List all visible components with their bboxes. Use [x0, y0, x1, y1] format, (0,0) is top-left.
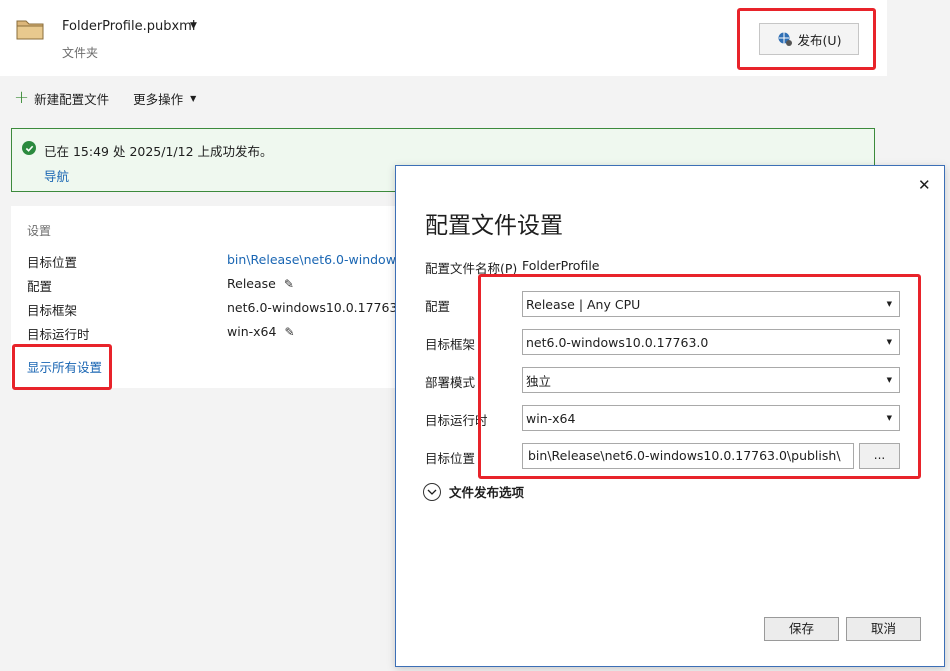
toolbar: + 新建配置文件 更多操作 ▼ [14, 88, 196, 108]
close-icon[interactable]: ✕ [918, 176, 931, 194]
settings-key: 目标框架 [27, 303, 78, 318]
highlight-dialog-fields [478, 274, 921, 479]
save-button[interactable]: 保存 [764, 617, 839, 641]
settings-value: Release ✎ [227, 276, 294, 291]
pencil-icon[interactable]: ✎ [284, 277, 294, 291]
dialog-title: 配置文件设置 [425, 213, 563, 239]
highlight-show-all [12, 344, 112, 390]
navigate-link[interactable]: 导航 [44, 166, 69, 185]
settings-title: 设置 [27, 224, 52, 238]
more-actions-button[interactable]: 更多操作 ▼ [133, 89, 196, 108]
profile-name-value: FolderProfile [522, 258, 600, 273]
location-label: 目标位置 [425, 451, 476, 466]
chevron-down-icon: ▼ [190, 93, 197, 103]
config-label: 配置 [425, 299, 451, 314]
framework-label: 目标框架 [425, 337, 476, 352]
deploy-mode-label: 部署模式 [425, 375, 476, 390]
settings-value: win-x64 ✎ [227, 324, 295, 339]
chevron-down-circle-icon [423, 482, 441, 501]
chevron-down-icon[interactable]: ▼ [190, 21, 197, 31]
check-circle-icon [22, 141, 36, 155]
target-location-link[interactable]: bin\Release\net6.0-windows1 [227, 252, 410, 267]
plus-icon: + [14, 87, 30, 108]
expander-label: 文件发布选项 [449, 485, 525, 500]
settings-row-config: 配置 Release ✎ [27, 276, 407, 294]
settings-key: 目标运行时 [27, 327, 90, 342]
folder-icon [16, 20, 44, 40]
profile-selector[interactable]: FolderProfile.pubxml [62, 19, 195, 34]
settings-row-runtime: 目标运行时 win-x64 ✎ [27, 324, 407, 342]
pencil-icon[interactable]: ✎ [284, 325, 294, 339]
settings-key: 目标位置 [27, 255, 78, 270]
settings-row-location: 目标位置 bin\Release\net6.0-windows1 [27, 252, 410, 270]
new-profile-label: 新建配置文件 [34, 91, 110, 107]
status-message: 已在 15:49 处 2025/1/12 上成功发布。 [44, 144, 273, 159]
config-value: Release [227, 276, 276, 291]
file-publish-options-expander[interactable]: 文件发布选项 [423, 482, 524, 501]
framework-value: net6.0-windows10.0.17763.0 [227, 300, 410, 315]
new-profile-button[interactable]: + 新建配置文件 [14, 89, 109, 108]
cancel-button[interactable]: 取消 [846, 617, 921, 641]
settings-key: 配置 [27, 279, 53, 294]
runtime-value: win-x64 [227, 324, 277, 339]
more-actions-label: 更多操作 [133, 91, 184, 107]
profile-type: 文件夹 [62, 46, 99, 60]
highlight-publish [737, 8, 876, 70]
settings-row-framework: 目标框架 net6.0-windows10.0.17763.0 [27, 300, 410, 318]
